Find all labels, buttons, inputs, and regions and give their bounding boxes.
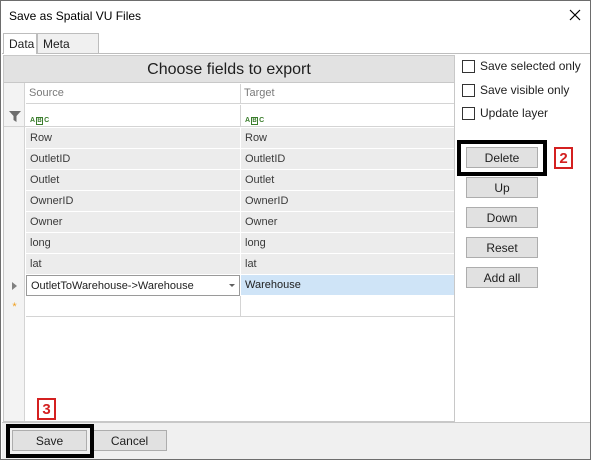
- target-cell[interactable]: OutletID: [240, 149, 454, 170]
- step-2-label: 2: [554, 147, 573, 169]
- source-cell[interactable]: Row: [26, 128, 240, 149]
- title-bar: Save as Spatial VU Files: [1, 1, 590, 31]
- window-title: Save as Spatial VU Files: [9, 9, 142, 23]
- checkbox-label: Save selected only: [480, 59, 581, 73]
- save-visible-only-checkbox[interactable]: Save visible only: [462, 82, 569, 98]
- tab-meta-data[interactable]: Meta Data: [37, 33, 99, 65]
- chevron-down-icon[interactable]: [229, 284, 235, 287]
- filter-row: ABC ABC: [4, 105, 454, 127]
- text-filter-icon: ABC: [30, 116, 50, 125]
- fields-grid: Choose fields to export Source Target AB…: [3, 55, 455, 422]
- source-cell[interactable]: lat: [26, 254, 240, 275]
- grid-header-row: Source Target: [26, 84, 454, 104]
- target-cell[interactable]: lat: [240, 254, 454, 275]
- row-indicator: [4, 212, 25, 233]
- target-cell[interactable]: Owner: [240, 212, 454, 233]
- options-panel: Save selected only Save visible only Upd…: [457, 55, 589, 422]
- row-indicator: [4, 149, 25, 170]
- update-layer-checkbox[interactable]: Update layer: [462, 105, 548, 121]
- column-header-target[interactable]: Target: [240, 84, 454, 104]
- target-cell[interactable]: long: [240, 233, 454, 254]
- table-row[interactable]: Outlet Outlet: [4, 170, 454, 191]
- reset-button[interactable]: Reset: [466, 237, 538, 258]
- target-cell[interactable]: OwnerID: [240, 191, 454, 212]
- target-cell[interactable]: Row: [240, 128, 454, 149]
- source-cell[interactable]: OwnerID: [26, 191, 240, 212]
- current-row-arrow-icon: [4, 275, 25, 296]
- save-selected-only-checkbox[interactable]: Save selected only: [462, 58, 581, 74]
- row-indicator: [4, 128, 25, 149]
- tab-content-data: Choose fields to export Source Target AB…: [2, 53, 590, 422]
- filter-target-cell[interactable]: ABC: [240, 105, 454, 127]
- tab-data[interactable]: Data: [3, 33, 37, 54]
- source-cell[interactable]: long: [26, 233, 240, 254]
- filter-source-cell[interactable]: ABC: [26, 105, 240, 127]
- table-row[interactable]: OutletID OutletID: [4, 149, 454, 170]
- close-icon[interactable]: [562, 3, 588, 27]
- new-row[interactable]: *: [4, 296, 454, 317]
- add-all-button[interactable]: Add all: [466, 267, 538, 288]
- row-indicator: [4, 170, 25, 191]
- checkbox-box[interactable]: [462, 59, 475, 73]
- delete-highlight-box: [457, 140, 547, 176]
- tab-strip: Data Meta Data: [1, 33, 590, 65]
- target-cell[interactable]: Warehouse: [240, 275, 454, 296]
- checkbox-label: Update layer: [480, 106, 549, 120]
- source-cell[interactable]: Outlet: [26, 170, 240, 191]
- down-button[interactable]: Down: [466, 207, 538, 228]
- table-row[interactable]: Row Row: [4, 128, 454, 149]
- save-highlight-box: [6, 424, 94, 458]
- cancel-button[interactable]: Cancel: [92, 430, 167, 451]
- checkbox-box[interactable]: [462, 83, 475, 97]
- column-header-source[interactable]: Source: [26, 84, 240, 104]
- table-row-selected[interactable]: OutletToWarehouse->Warehouse Warehouse: [4, 275, 454, 296]
- save-dialog-window: Save as Spatial VU Files Data Meta Data …: [0, 0, 591, 460]
- row-indicator: [4, 233, 25, 254]
- checkbox-box[interactable]: [462, 106, 475, 120]
- row-indicator: [4, 254, 25, 275]
- source-cell[interactable]: OutletID: [26, 149, 240, 170]
- text-filter-icon: ABC: [245, 116, 265, 125]
- new-target-cell[interactable]: [240, 296, 454, 317]
- new-source-cell[interactable]: [26, 296, 240, 317]
- up-button[interactable]: Up: [466, 177, 538, 198]
- table-row[interactable]: OwnerID OwnerID: [4, 191, 454, 212]
- grid-title: Choose fields to export: [4, 56, 454, 83]
- step-3-label: 3: [37, 398, 56, 420]
- new-row-icon: *: [12, 300, 17, 313]
- table-row[interactable]: long long: [4, 233, 454, 254]
- table-row[interactable]: lat lat: [4, 254, 454, 275]
- checkbox-label: Save visible only: [480, 83, 570, 97]
- filter-icon: [9, 111, 21, 122]
- source-dropdown-value: OutletToWarehouse->Warehouse: [31, 280, 194, 292]
- target-cell[interactable]: Outlet: [240, 170, 454, 191]
- table-row[interactable]: Owner Owner: [4, 212, 454, 233]
- source-cell[interactable]: Owner: [26, 212, 240, 233]
- row-indicator: [4, 191, 25, 212]
- source-dropdown[interactable]: OutletToWarehouse->Warehouse: [26, 275, 240, 296]
